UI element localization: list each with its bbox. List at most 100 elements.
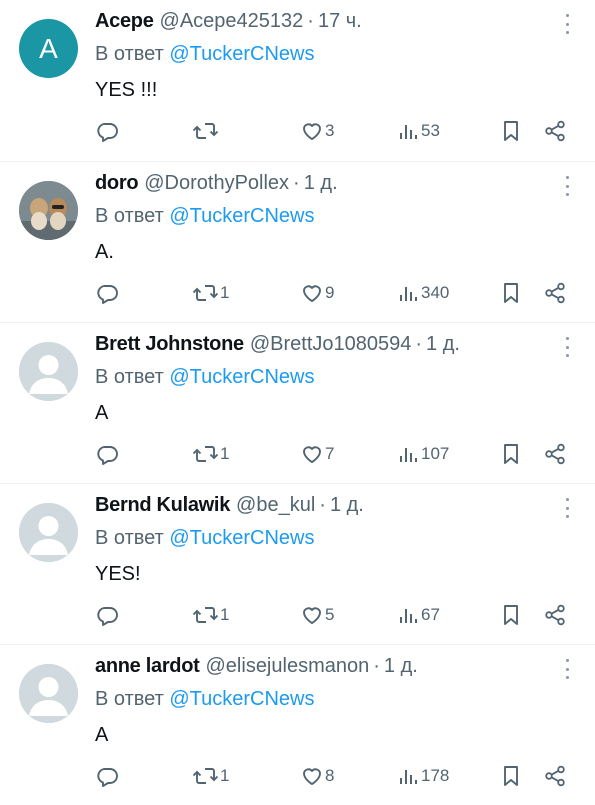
reply-button[interactable] bbox=[95, 280, 119, 306]
bookmark-button[interactable] bbox=[500, 118, 522, 144]
replying-to-link[interactable]: @TuckerCNews bbox=[169, 205, 314, 227]
views-bar-chart-icon bbox=[398, 442, 420, 466]
share-button[interactable] bbox=[543, 763, 567, 789]
like-button[interactable]: 3 bbox=[300, 118, 334, 144]
more-vertical-icon[interactable] bbox=[563, 337, 571, 357]
bookmark-button[interactable] bbox=[500, 280, 522, 306]
retweet-icon bbox=[192, 764, 219, 788]
heart-icon bbox=[300, 119, 324, 143]
dogs-photo-avatar[interactable] bbox=[19, 181, 78, 240]
views-bar-chart-icon bbox=[398, 281, 420, 305]
bookmark-button[interactable] bbox=[500, 602, 522, 628]
like-button[interactable]: 8 bbox=[300, 763, 334, 789]
timestamp[interactable]: 1 д. bbox=[384, 655, 418, 678]
more-vertical-icon[interactable] bbox=[563, 659, 571, 679]
timestamp[interactable]: 1 д. bbox=[304, 172, 338, 195]
display-name[interactable]: Brett Johnstone bbox=[95, 333, 244, 356]
share-button[interactable] bbox=[543, 602, 567, 628]
retweet-button[interactable]: 1 bbox=[192, 280, 229, 306]
share-button[interactable] bbox=[543, 118, 567, 144]
user-handle[interactable]: @elisejulesmanon bbox=[206, 655, 370, 678]
share-button[interactable] bbox=[543, 280, 567, 306]
views-button[interactable]: 178 bbox=[398, 763, 449, 789]
reply-button[interactable] bbox=[95, 118, 119, 144]
share-icon bbox=[543, 764, 567, 788]
user-handle[interactable]: @DorothyPollex bbox=[144, 172, 289, 195]
avatar-letter[interactable]: A bbox=[19, 19, 78, 78]
timestamp[interactable]: 17 ч. bbox=[318, 10, 362, 33]
more-vertical-icon[interactable] bbox=[563, 498, 571, 518]
views-button[interactable]: 340 bbox=[398, 280, 449, 306]
display-name[interactable]: Bernd Kulawik bbox=[95, 494, 230, 517]
retweet-button[interactable]: 1 bbox=[192, 763, 229, 789]
reply-button[interactable] bbox=[95, 763, 119, 789]
replying-to-link[interactable]: @TuckerCNews bbox=[169, 527, 314, 549]
share-icon bbox=[543, 281, 567, 305]
reply-tweet[interactable]: A Acepe @Acepe425132 · 17 ч. В ответ @Tu… bbox=[0, 0, 595, 161]
like-button[interactable]: 9 bbox=[300, 280, 334, 306]
more-vertical-icon[interactable] bbox=[563, 14, 571, 34]
view-count: 107 bbox=[421, 444, 450, 463]
like-button[interactable]: 7 bbox=[300, 441, 334, 467]
view-count: 53 bbox=[421, 121, 440, 140]
replying-to-link[interactable]: @TuckerCNews bbox=[169, 688, 314, 710]
bookmark-icon bbox=[500, 764, 522, 788]
display-name[interactable]: doro bbox=[95, 172, 139, 195]
bookmark-button[interactable] bbox=[500, 441, 522, 467]
reply-tweet[interactable]: anne lardot @elisejulesmanon · 1 д. В от… bbox=[0, 644, 595, 805]
separator-dot: · bbox=[415, 333, 423, 355]
replying-to-label: В ответ bbox=[95, 527, 164, 549]
user-handle[interactable]: @be_kul bbox=[236, 494, 315, 517]
reply-bubble-icon bbox=[95, 442, 119, 466]
retweet-button[interactable] bbox=[192, 118, 220, 144]
reply-feed: A Acepe @Acepe425132 · 17 ч. В ответ @Tu… bbox=[0, 0, 595, 800]
reply-button[interactable] bbox=[95, 602, 119, 628]
user-handle[interactable]: @Acepe425132 bbox=[160, 10, 304, 33]
user-handle[interactable]: @BrettJo1080594 bbox=[250, 333, 412, 356]
reply-bubble-icon bbox=[95, 281, 119, 305]
tweet-header: anne lardot @elisejulesmanon · 1 д. bbox=[95, 655, 545, 681]
replying-to-label: В ответ bbox=[95, 688, 164, 710]
retweet-count: 1 bbox=[220, 283, 230, 302]
retweet-count: 1 bbox=[220, 766, 230, 785]
views-button[interactable]: 67 bbox=[398, 602, 440, 628]
replying-to-link[interactable]: @TuckerCNews bbox=[169, 366, 314, 388]
retweet-count: 1 bbox=[220, 605, 230, 624]
tweet-text: A bbox=[95, 724, 109, 746]
view-count: 178 bbox=[421, 766, 450, 785]
display-name[interactable]: Acepe bbox=[95, 10, 154, 33]
view-count: 340 bbox=[421, 283, 450, 302]
heart-icon bbox=[300, 764, 324, 788]
share-icon bbox=[543, 442, 567, 466]
default-profile-avatar[interactable] bbox=[19, 664, 78, 723]
separator-dot: · bbox=[293, 172, 300, 194]
reply-tweet[interactable]: doro @DorothyPollex · 1 д. В ответ @Tuck… bbox=[0, 161, 595, 322]
views-bar-chart-icon bbox=[398, 119, 420, 143]
views-button[interactable]: 53 bbox=[398, 118, 440, 144]
share-icon bbox=[543, 119, 567, 143]
timestamp[interactable]: 1 д. bbox=[330, 494, 364, 517]
views-button[interactable]: 107 bbox=[398, 441, 449, 467]
share-button[interactable] bbox=[543, 441, 567, 467]
reply-tweet[interactable]: Bernd Kulawik @be_kul · 1 д. В ответ @Tu… bbox=[0, 483, 595, 644]
like-count: 9 bbox=[325, 283, 335, 302]
more-vertical-icon[interactable] bbox=[563, 176, 571, 196]
display-name[interactable]: anne lardot bbox=[95, 655, 200, 678]
separator-dot: · bbox=[373, 655, 380, 677]
default-profile-avatar[interactable] bbox=[19, 503, 78, 562]
replying-to-line: В ответ @TuckerCNews bbox=[95, 366, 314, 389]
retweet-icon bbox=[192, 442, 219, 466]
retweet-button[interactable]: 1 bbox=[192, 602, 229, 628]
replying-to-link[interactable]: @TuckerCNews bbox=[169, 43, 314, 65]
heart-icon bbox=[300, 442, 324, 466]
default-profile-avatar[interactable] bbox=[19, 342, 78, 401]
tweet-action-bar: 1 7 107 bbox=[0, 441, 595, 467]
retweet-button[interactable]: 1 bbox=[192, 441, 229, 467]
bookmark-icon bbox=[500, 603, 522, 627]
reply-button[interactable] bbox=[95, 441, 119, 467]
like-button[interactable]: 5 bbox=[300, 602, 334, 628]
timestamp[interactable]: 1 д. bbox=[426, 333, 460, 356]
bookmark-icon bbox=[500, 119, 522, 143]
reply-tweet[interactable]: Brett Johnstone @BrettJo1080594 · 1 д. В… bbox=[0, 322, 595, 483]
bookmark-button[interactable] bbox=[500, 763, 522, 789]
